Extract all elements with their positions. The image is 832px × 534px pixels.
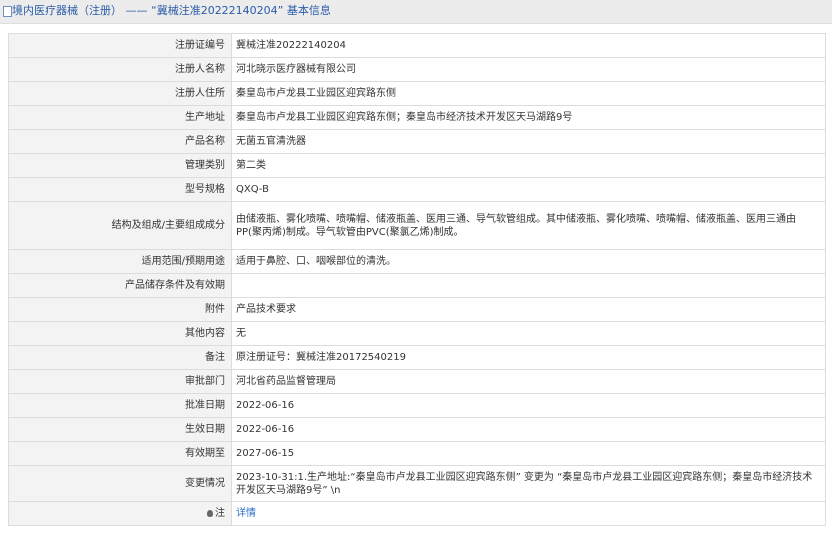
note-label-cell: 注 — [8, 501, 232, 526]
row-value — [231, 273, 826, 298]
row-value: 秦皇岛市卢龙县工业园区迎宾路东侧；秦皇岛市经济技术开发区天马湖路9号 — [231, 105, 826, 130]
row-label: 注册人住所 — [8, 81, 232, 106]
note-row: 注 详情 — [8, 501, 826, 526]
table-row: 产品名称 无菌五官清洗器 — [8, 129, 826, 154]
note-value-cell: 详情 — [231, 501, 826, 526]
table-row: 型号规格 QXQ-B — [8, 177, 826, 202]
row-label: 注册人名称 — [8, 57, 232, 82]
row-label: 结构及组成/主要组成成分 — [8, 201, 232, 250]
breadcrumb-bar: 境内医疗器械（注册） —— “冀械注准20222140204” 基本信息 — [0, 0, 832, 24]
lightbulb-icon — [207, 510, 213, 517]
row-label: 适用范围/预期用途 — [8, 249, 232, 274]
table-row: 审批部门 河北省药品监督管理局 — [8, 369, 826, 394]
table-row: 其他内容无 — [8, 321, 826, 346]
row-label: 生效日期 — [8, 417, 232, 442]
row-value: 由储液瓶、雾化喷嘴、喷嘴帽、储液瓶盖、医用三通、导气软管组成。其中储液瓶、雾化喷… — [231, 201, 826, 250]
row-value: 2022-06-16 — [231, 393, 826, 418]
row-value: 河北晓示医疗器械有限公司 — [231, 57, 826, 82]
row-value: 2022-06-16 — [231, 417, 826, 442]
row-value: 河北省药品监督管理局 — [231, 369, 826, 394]
row-value: QXQ-B — [231, 177, 826, 202]
row-label: 产品储存条件及有效期 — [8, 273, 232, 298]
table-row: 变更情况 2023-10-31:1.生产地址:“秦皇岛市卢龙县工业园区迎宾路东侧”… — [8, 465, 826, 502]
row-label: 注册证编号 — [8, 33, 232, 58]
row-value: 第二类 — [231, 153, 826, 178]
table-row: 注册证编号 冀械注准20222140204 — [8, 33, 826, 58]
breadcrumb: 境内医疗器械（注册） —— “冀械注准20222140204” 基本信息 — [12, 4, 331, 17]
row-value: 无 — [231, 321, 826, 346]
table-row: 生产地址 秦皇岛市卢龙县工业园区迎宾路东侧；秦皇岛市经济技术开发区天马湖路9号 — [8, 105, 826, 130]
table-row: 结构及组成/主要组成成分 由储液瓶、雾化喷嘴、喷嘴帽、储液瓶盖、医用三通、导气软管… — [8, 201, 826, 250]
row-label: 有效期至 — [8, 441, 232, 466]
table-row: 备注 原注册证号：冀械注准20172540219 — [8, 345, 826, 370]
row-value: 产品技术要求 — [231, 297, 826, 322]
row-value: 无菌五官清洗器 — [231, 129, 826, 154]
row-label: 产品名称 — [8, 129, 232, 154]
row-value: 秦皇岛市卢龙县工业园区迎宾路东侧 — [231, 81, 826, 106]
detail-table: 注册证编号 冀械注准20222140204 注册人名称 河北晓示医疗器械有限公司 注… — [8, 33, 826, 526]
table-row: 有效期至 2027-06-15 — [8, 441, 826, 466]
table-row: 产品储存条件及有效期 — [8, 273, 826, 298]
table-row: 注册人住所 秦皇岛市卢龙县工业园区迎宾路东侧 — [8, 81, 826, 106]
row-value: 2023-10-31:1.生产地址:“秦皇岛市卢龙县工业园区迎宾路东侧” 变更为… — [231, 465, 826, 502]
row-label: 变更情况 — [8, 465, 232, 502]
table-row: 附件 产品技术要求 — [8, 297, 826, 322]
row-label: 型号规格 — [8, 177, 232, 202]
table-row: 适用范围/预期用途 适用于鼻腔、口、咽喉部位的清洗。 — [8, 249, 826, 274]
document-icon — [3, 6, 12, 17]
row-value: 适用于鼻腔、口、咽喉部位的清洗。 — [231, 249, 826, 274]
table-row: 管理类别 第二类 — [8, 153, 826, 178]
row-label: 其他内容 — [8, 321, 232, 346]
row-label: 审批部门 — [8, 369, 232, 394]
details-link[interactable]: 详情 — [236, 508, 256, 519]
table-row: 生效日期 2022-06-16 — [8, 417, 826, 442]
row-label: 附件 — [8, 297, 232, 322]
table-row: 注册人名称 河北晓示医疗器械有限公司 — [8, 57, 826, 82]
row-value: 原注册证号：冀械注准20172540219 — [231, 345, 826, 370]
row-label: 备注 — [8, 345, 232, 370]
table-row: 批准日期 2022-06-16 — [8, 393, 826, 418]
row-label: 管理类别 — [8, 153, 232, 178]
row-value: 2027-06-15 — [231, 441, 826, 466]
row-label: 批准日期 — [8, 393, 232, 418]
row-value: 冀械注准20222140204 — [231, 33, 826, 58]
row-label: 生产地址 — [8, 105, 232, 130]
note-label: 注 — [215, 508, 225, 519]
